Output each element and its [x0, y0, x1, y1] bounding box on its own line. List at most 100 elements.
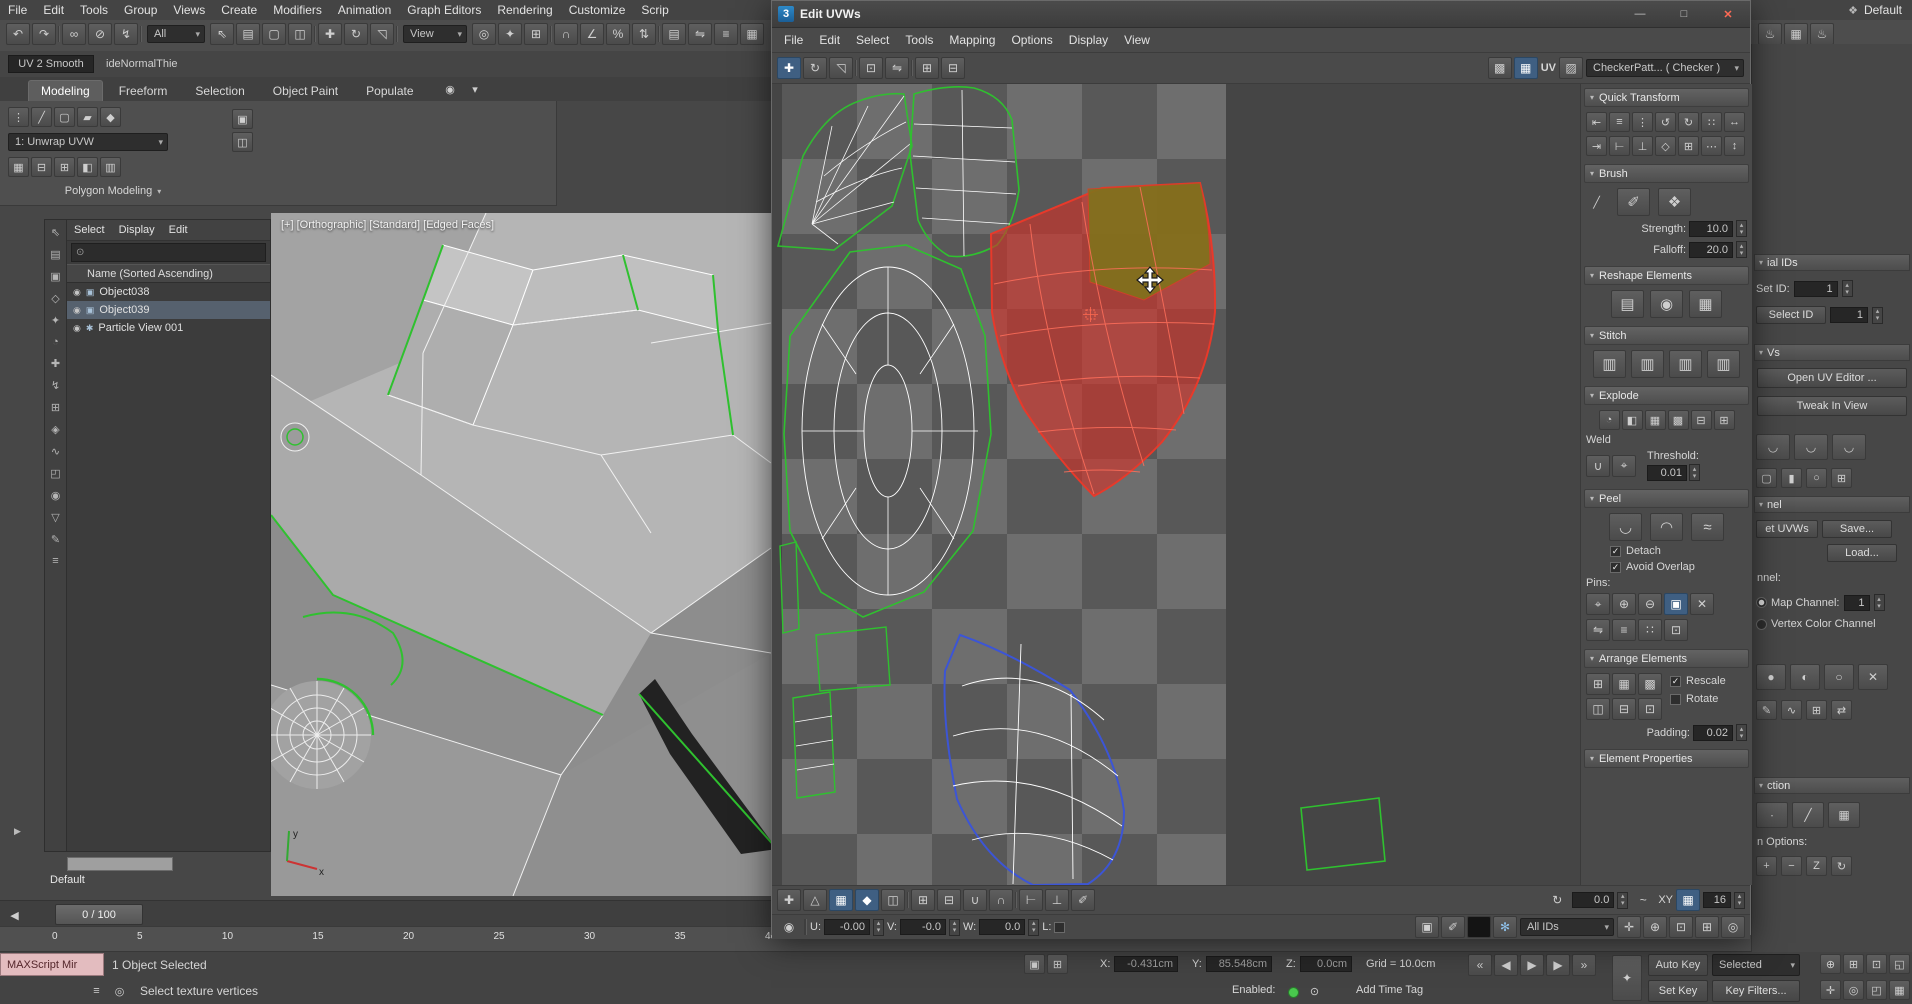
- u-spinner[interactable]: [873, 919, 884, 936]
- rotate-checkbox[interactable]: [1670, 694, 1681, 705]
- shaded-sphere-icon[interactable]: ●: [1756, 664, 1786, 690]
- pack-normalize-icon[interactable]: ⊞: [1586, 673, 1610, 695]
- set-key-toggle-icon[interactable]: ✦: [1612, 955, 1642, 1001]
- u-field[interactable]: -0.00: [824, 919, 870, 935]
- planar-map-icon[interactable]: ▢: [1756, 468, 1777, 488]
- ring-selection-icon[interactable]: ∩: [989, 889, 1013, 911]
- enabled-indicator[interactable]: [1288, 987, 1299, 998]
- selection-filter-dropdown[interactable]: All: [147, 25, 205, 43]
- channel-rollout-header[interactable]: nel: [1754, 496, 1910, 513]
- maxscript-mini-listener[interactable]: MAXScript Mir: [0, 953, 104, 976]
- element-properties-header[interactable]: Element Properties: [1584, 749, 1749, 768]
- grow-selection-icon[interactable]: ⊞: [911, 889, 935, 911]
- show-pins-icon[interactable]: ▣: [1664, 593, 1688, 615]
- distribute-v-icon[interactable]: ⋯: [1701, 136, 1722, 156]
- uvw-menu-view[interactable]: View: [1116, 28, 1158, 52]
- explorer-pin-icon[interactable]: ▽: [51, 511, 59, 524]
- strength-field[interactable]: 10.0: [1689, 221, 1733, 237]
- tab-object-paint[interactable]: Object Paint: [261, 80, 350, 101]
- field-of-view-icon[interactable]: ◱: [1889, 954, 1910, 974]
- select-and-rotate-icon[interactable]: ↻: [344, 23, 368, 45]
- center-align-icon[interactable]: ⊥: [1632, 136, 1653, 156]
- selection-set-dropdown[interactable]: Selected: [1712, 954, 1800, 976]
- absolute-mode-icon[interactable]: ⊞: [1047, 954, 1068, 974]
- strength-spinner[interactable]: [1736, 220, 1747, 237]
- explorer-select-icon[interactable]: ⇖: [51, 226, 60, 239]
- uvw-menu-mapping[interactable]: Mapping: [941, 28, 1003, 52]
- pack-together-icon[interactable]: ▦: [1612, 673, 1636, 695]
- tab-populate[interactable]: Populate: [354, 80, 425, 101]
- pin-stack-icon[interactable]: ▣: [232, 109, 253, 129]
- display-helpers-icon[interactable]: ✚: [51, 357, 60, 370]
- loop-selection-icon[interactable]: ∪: [963, 889, 987, 911]
- window-crossing-icon[interactable]: ◫: [288, 23, 312, 45]
- rotation-spinner[interactable]: [1617, 892, 1628, 909]
- next-frame-icon[interactable]: ▶: [1546, 954, 1570, 976]
- divider[interactable]: [550, 26, 552, 42]
- ribbon-config-icon[interactable]: ◉: [440, 79, 461, 99]
- snaps-toggle-icon[interactable]: ∩: [554, 23, 578, 45]
- viewport-layout-preview[interactable]: [67, 857, 173, 871]
- add-pin-icon[interactable]: ⊕: [1612, 593, 1636, 615]
- space-h-icon[interactable]: ↔: [1724, 112, 1745, 132]
- display-containers-icon[interactable]: ◰: [50, 467, 60, 480]
- display-groups-icon[interactable]: ⊞: [51, 401, 60, 414]
- search-input[interactable]: [88, 246, 261, 260]
- select-and-manipulate-icon[interactable]: ✦: [498, 23, 522, 45]
- edit-uvws-titlebar[interactable]: 3 Edit UVWs —□✕: [772, 1, 1750, 28]
- menu-graph-editors[interactable]: Graph Editors: [399, 0, 489, 20]
- tab-freeform[interactable]: Freeform: [107, 80, 180, 101]
- expand-to-seams-icon[interactable]: ⊞: [1806, 700, 1827, 720]
- element-toggle-icon[interactable]: ◆: [855, 889, 879, 911]
- menu-scripting[interactable]: Scrip: [633, 0, 676, 20]
- flatten-by-material-icon[interactable]: ▩: [1668, 410, 1689, 430]
- select-object-icon[interactable]: ⇖: [210, 23, 234, 45]
- explorer-menu-edit[interactable]: Edit: [162, 220, 195, 240]
- map-channel-spinner[interactable]: [1874, 594, 1885, 611]
- arrange-header[interactable]: Arrange Elements: [1584, 649, 1749, 668]
- unlink-selection-icon[interactable]: ⊘: [88, 23, 112, 45]
- tab-selection[interactable]: Selection: [183, 80, 256, 101]
- uvw-menu-display[interactable]: Display: [1061, 28, 1116, 52]
- axis-constraint-label[interactable]: XY: [1658, 894, 1673, 906]
- trackbar-tick[interactable]: 30: [584, 931, 595, 942]
- map-channel-radio[interactable]: [1756, 597, 1767, 608]
- set-id-field[interactable]: 1: [1794, 281, 1838, 297]
- remove-pin-icon[interactable]: ⊖: [1638, 593, 1662, 615]
- half-sphere-icon[interactable]: ◐: [1790, 664, 1820, 690]
- display-lights-icon[interactable]: ✦: [51, 314, 60, 327]
- close-button[interactable]: ✕: [1706, 1, 1750, 27]
- redo-icon[interactable]: ↷: [32, 23, 56, 45]
- key-filters-button[interactable]: Key Filters...: [1712, 980, 1800, 1002]
- explorer-column-header[interactable]: Name (Sorted Ascending): [67, 264, 270, 283]
- paint-selection-icon[interactable]: ✐: [1071, 889, 1095, 911]
- align-to-pivot-icon[interactable]: ⇥: [1586, 136, 1607, 156]
- visibility-icon[interactable]: ◉: [73, 323, 81, 334]
- avoid-overlap-checkbox[interactable]: [1610, 562, 1621, 573]
- uvw-menu-edit[interactable]: Edit: [811, 28, 848, 52]
- w-field[interactable]: 0.0: [979, 919, 1025, 935]
- select-and-scale-icon[interactable]: ◹: [370, 23, 394, 45]
- divider[interactable]: [855, 60, 857, 76]
- trackbar-tick[interactable]: 35: [674, 931, 685, 942]
- uv-editor-canvas[interactable]: [772, 84, 1581, 885]
- uv-island-ring[interactable]: [784, 245, 991, 617]
- falloff-spinner[interactable]: [1736, 241, 1747, 258]
- render-setup-icon[interactable]: ♨: [1758, 23, 1782, 45]
- quick-planar-y-icon[interactable]: ◡: [1794, 434, 1828, 460]
- selection-lock-icon[interactable]: ▣: [1024, 954, 1045, 974]
- clear-pins-icon[interactable]: ✕: [1690, 593, 1714, 615]
- keyboard-override-icon[interactable]: ⊞: [524, 23, 548, 45]
- quick-planar-z-icon[interactable]: ◡: [1832, 434, 1866, 460]
- quick-planar-x-icon[interactable]: ◡: [1756, 434, 1790, 460]
- v-spinner[interactable]: [949, 919, 960, 936]
- quick-peel-icon[interactable]: ◡: [1609, 513, 1642, 541]
- divider[interactable]: [314, 26, 316, 42]
- pan-uv-icon[interactable]: ✛: [1617, 916, 1641, 938]
- selection-set-field[interactable]: UV 2 Smooth: [8, 55, 94, 73]
- menu-group[interactable]: Group: [116, 0, 165, 20]
- mirror-pins-icon[interactable]: ⇋: [1586, 619, 1610, 641]
- workspace-selector[interactable]: Default: [1864, 0, 1902, 20]
- auto-key-button[interactable]: Auto Key: [1648, 954, 1708, 976]
- divider[interactable]: [396, 26, 398, 42]
